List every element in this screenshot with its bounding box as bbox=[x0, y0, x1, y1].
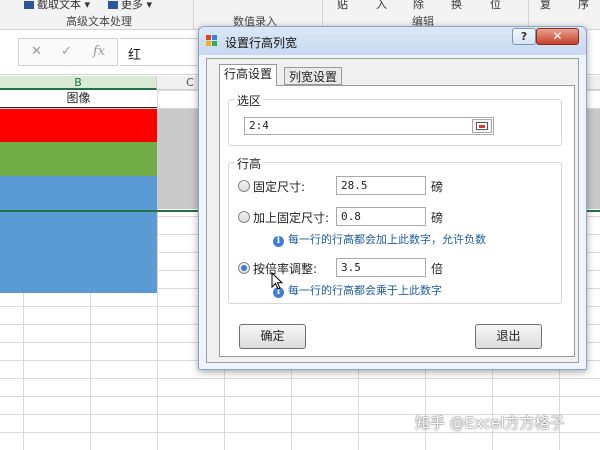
fixed-size-label: 固定尺寸: bbox=[253, 180, 306, 194]
cell-b3-green[interactable] bbox=[0, 142, 157, 176]
column-header-b[interactable]: B bbox=[0, 76, 157, 90]
fixed-size-input[interactable]: 28.5 bbox=[336, 176, 426, 195]
ribbon-item-copy[interactable]: 复 bbox=[540, 0, 551, 12]
add-size-hint: i 每一行的行高都会加上此数字，允许负数 bbox=[273, 231, 486, 247]
scale-input[interactable]: 3.5 bbox=[336, 258, 426, 277]
mouse-cursor-icon bbox=[271, 272, 284, 290]
ribbon-item-extract-text[interactable]: 截取文本 ▾ bbox=[24, 0, 90, 12]
watermark: 知乎 @Excel方方格子 bbox=[415, 414, 565, 432]
range-group-title: 选区 bbox=[235, 92, 264, 109]
more-icon bbox=[108, 1, 118, 9]
fixed-size-unit: 磅 bbox=[431, 180, 444, 194]
ribbon-item-more[interactable]: 更多 ▾ bbox=[108, 0, 152, 12]
range-group: 选区 2:4 bbox=[228, 92, 562, 146]
ribbon-item-delete[interactable]: 除 bbox=[413, 0, 424, 12]
cell-b4-blue[interactable] bbox=[0, 176, 157, 293]
selected-rows-highlight bbox=[157, 109, 202, 209]
scale-label: 按倍率调整: bbox=[253, 262, 318, 276]
tab-panel-row-height: 选区 2:4 行高 固定尺寸: 28.5 磅 加上固定尺寸: 0.8 磅 i 每… bbox=[219, 85, 575, 357]
function-icon[interactable]: fx bbox=[93, 44, 105, 59]
ribbon-item-paste[interactable]: 贴 bbox=[337, 0, 348, 12]
scale-radio[interactable] bbox=[238, 262, 250, 274]
add-size-input[interactable]: 0.8 bbox=[336, 207, 426, 226]
row-height-group-title: 行高 bbox=[235, 155, 264, 172]
cell-b2-red[interactable] bbox=[0, 109, 157, 142]
range-picker-button[interactable] bbox=[472, 119, 492, 133]
tab-row-height[interactable]: 行高设置 bbox=[219, 64, 278, 86]
ribbon-group-advanced-text: 高级文本处理 bbox=[66, 15, 132, 28]
formula-buttons: ✕ ✓ fx bbox=[18, 38, 118, 66]
help-button[interactable]: ? bbox=[512, 28, 536, 45]
dialog-titlebar[interactable]: 设置行高列宽 ? ✕ bbox=[199, 27, 586, 55]
selected-rows-highlight bbox=[585, 109, 600, 209]
close-button[interactable]: ✕ bbox=[536, 28, 579, 45]
formula-input[interactable]: 红 bbox=[120, 38, 200, 66]
app-icon bbox=[206, 35, 218, 47]
dialog-body: 行高设置 列宽设置 选区 2:4 行高 固定尺寸: 28.5 磅 加上固定尺寸:… bbox=[206, 58, 579, 363]
ribbon-item-replace[interactable]: 换 bbox=[451, 0, 462, 12]
add-size-unit: 磅 bbox=[431, 211, 444, 225]
scale-hint: i 每一行的行高都会乘于上此数字 bbox=[273, 282, 442, 298]
tab-column-width[interactable]: 列宽设置 bbox=[284, 67, 343, 85]
ribbon-separator bbox=[193, 0, 194, 30]
dialog-title: 设置行高列宽 bbox=[225, 36, 298, 50]
range-input[interactable]: 2:4 bbox=[244, 117, 494, 135]
scale-unit: 倍 bbox=[431, 262, 444, 276]
exit-button[interactable]: 退出 bbox=[475, 324, 542, 349]
add-size-radio[interactable] bbox=[238, 211, 250, 223]
cell-b1[interactable]: 图像 bbox=[0, 90, 157, 108]
ok-button[interactable]: 确定 bbox=[239, 324, 306, 349]
fixed-size-radio[interactable] bbox=[238, 180, 250, 192]
ribbon-item-insert[interactable]: 入 bbox=[376, 0, 387, 12]
info-icon: i bbox=[273, 236, 284, 247]
cancel-icon[interactable]: ✕ bbox=[31, 44, 42, 59]
ribbon-item-sort[interactable]: 序 bbox=[578, 0, 589, 12]
add-size-label: 加上固定尺寸: bbox=[253, 211, 330, 225]
row-height-dialog: 设置行高列宽 ? ✕ 行高设置 列宽设置 选区 2:4 行高 固定尺寸: 28.… bbox=[198, 26, 587, 370]
extract-text-icon bbox=[24, 1, 34, 9]
confirm-icon[interactable]: ✓ bbox=[61, 44, 72, 59]
ribbon-item-position[interactable]: 位 bbox=[490, 0, 501, 12]
